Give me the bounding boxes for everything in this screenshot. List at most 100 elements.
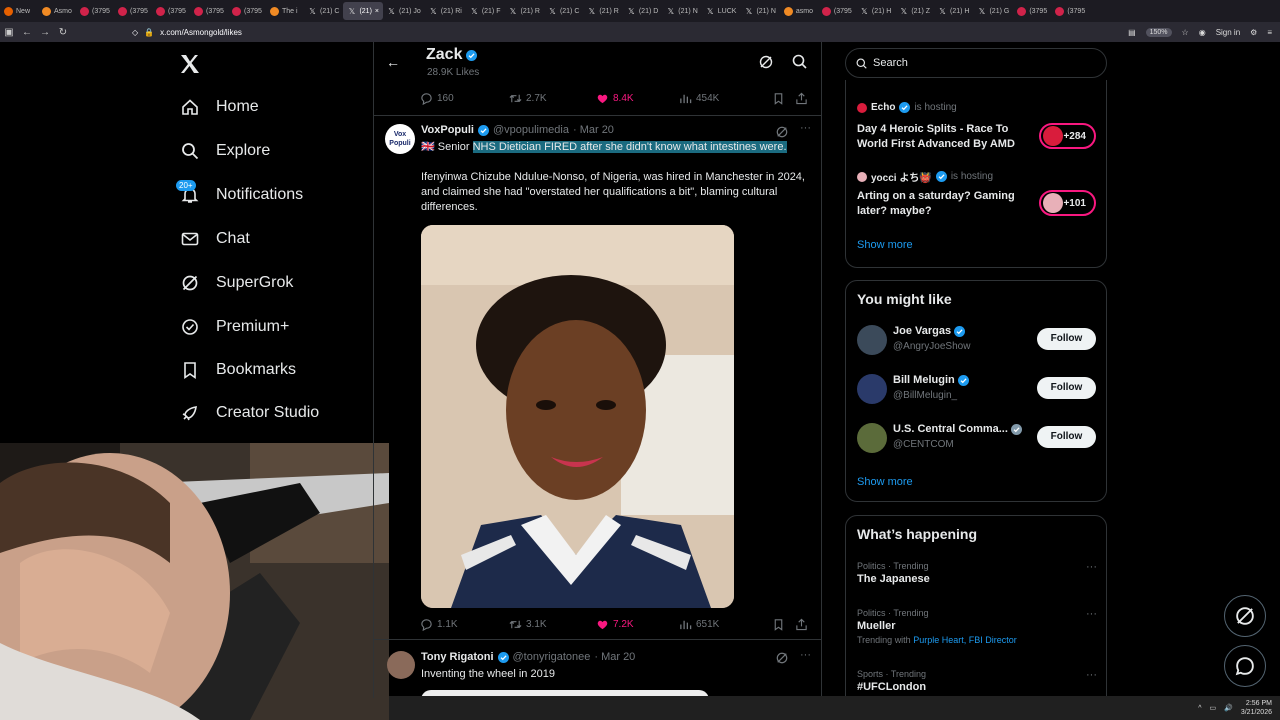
sidebar-item-bookmarks[interactable]: Bookmarks: [180, 355, 296, 385]
views-button[interactable]: 454K: [679, 92, 772, 105]
more-options-icon[interactable]: ···: [1086, 669, 1097, 681]
tweet-date[interactable]: · Mar 20: [594, 651, 635, 663]
space-title[interactable]: Day 4 Heroic Splits - Race To World Firs…: [857, 122, 1037, 152]
sidebar-item-chat[interactable]: Chat: [180, 224, 250, 254]
follow-button[interactable]: Follow: [1037, 328, 1096, 350]
follow-suggestion-row[interactable]: Bill Melugin @BillMelugin_ Follow: [857, 372, 1097, 406]
sidebar-item-explore[interactable]: Explore: [180, 136, 270, 166]
browser-tab[interactable]: 𝕏 (21) C: [544, 2, 583, 20]
forward-arrow-icon[interactable]: →: [36, 27, 54, 38]
repost-button[interactable]: 2.7K: [509, 92, 596, 105]
browser-tab[interactable]: (3795: [76, 2, 114, 20]
share-button[interactable]: [795, 618, 808, 631]
grok-icon[interactable]: [759, 55, 773, 69]
browser-tab[interactable]: Asmo: [38, 2, 76, 20]
avatar[interactable]: [857, 325, 887, 355]
sidebar-item-creator-studio[interactable]: Creator Studio: [180, 398, 319, 428]
tray-chevron-icon[interactable]: ^: [1198, 705, 1201, 712]
trend-item[interactable]: Sports · Trending #UFCLondon ···: [857, 669, 1097, 693]
space-title[interactable]: Arting on a saturday? Gaming later? mayb…: [857, 189, 1037, 219]
avatar[interactable]: [857, 374, 887, 404]
grok-floating-button[interactable]: [1224, 595, 1266, 637]
browser-tab[interactable]: (3795: [152, 2, 190, 20]
browser-tab[interactable]: 𝕏 (21) H: [934, 2, 973, 20]
menu-icon[interactable]: ≡: [1267, 28, 1272, 37]
trend-item[interactable]: Politics · Trending The Japanese ···: [857, 561, 1097, 585]
show-more-link[interactable]: Show more: [857, 476, 913, 488]
sidebar-item-supergrok[interactable]: SuperGrok: [180, 268, 293, 298]
bookmark-button[interactable]: [772, 92, 795, 105]
tweet-author-handle[interactable]: @tonyrigatonee: [513, 651, 591, 663]
avatar[interactable]: [387, 651, 415, 679]
space-listeners-pill[interactable]: +284: [1039, 123, 1096, 149]
grok-icon[interactable]: [776, 652, 788, 664]
suggestion-name[interactable]: Bill Melugin: [893, 374, 955, 386]
avatar[interactable]: Vox Populi: [385, 124, 415, 154]
tweet-photo[interactable]: [421, 225, 734, 608]
tweet-author-handle[interactable]: @vpopulimedia: [493, 124, 569, 136]
sign-in-button[interactable]: Sign in: [1216, 28, 1240, 37]
star-icon[interactable]: ☆: [1182, 28, 1189, 37]
browser-tab[interactable]: (3795: [114, 2, 152, 20]
browser-tab[interactable]: 𝕏 (21) G: [973, 2, 1013, 20]
space-host-name[interactable]: yocci よち👹: [871, 169, 932, 184]
sidebar-item-notifications[interactable]: Notifications: [180, 180, 303, 210]
tweet-date[interactable]: · Mar 20: [573, 124, 614, 136]
suggestion-name[interactable]: U.S. Central Comma...: [893, 423, 1008, 435]
back-arrow-icon[interactable]: ←: [386, 54, 400, 70]
reply-button[interactable]: 1.1K: [420, 618, 509, 631]
browser-tab[interactable]: The i: [266, 2, 304, 20]
x-logo-icon[interactable]: [178, 52, 202, 76]
reader-icon[interactable]: ▤: [1128, 28, 1136, 37]
trend-item[interactable]: Politics · Trending Mueller Trending with …: [857, 608, 1097, 645]
extensions-icon[interactable]: ⚙: [1250, 28, 1257, 37]
follow-button[interactable]: Follow: [1037, 377, 1096, 399]
tweet-voxpopuli[interactable]: Vox Populi VoxPopuli @vpopulimedia · Mar…: [374, 116, 821, 640]
sidebar-toggle-icon[interactable]: ▣: [0, 27, 18, 38]
sidebar-item-home[interactable]: Home: [180, 92, 259, 122]
account-icon[interactable]: ◉: [1199, 28, 1206, 37]
browser-tab[interactable]: 𝕏 (21) C: [304, 2, 343, 20]
browser-tab[interactable]: (3795: [1051, 2, 1089, 20]
browser-tab[interactable]: 𝕏 (21) F: [466, 2, 505, 20]
space-host-name[interactable]: Echo: [871, 102, 895, 113]
reload-icon[interactable]: ↻: [54, 27, 72, 38]
sidebar-item-premium[interactable]: Premium+: [180, 312, 289, 342]
search-icon[interactable]: [792, 54, 807, 69]
browser-tab[interactable]: 𝕏 (21) N: [740, 2, 779, 20]
more-options-icon[interactable]: ···: [1086, 608, 1097, 620]
browser-tab[interactable]: 𝕏 (21) D: [623, 2, 662, 20]
tweet-tonyrigatoni[interactable]: Tony Rigatoni @tonyrigatonee · Mar 20 ··…: [374, 641, 821, 698]
tweet-author-name[interactable]: VoxPopuli: [421, 124, 474, 136]
browser-tab[interactable]: (3795: [190, 2, 228, 20]
browser-tab[interactable]: 𝕏 (21) Ri: [425, 2, 466, 20]
browser-tab[interactable]: (3795: [228, 2, 266, 20]
more-options-icon[interactable]: ···: [1086, 561, 1097, 573]
suggestion-name[interactable]: Joe Vargas: [893, 325, 951, 337]
network-icon[interactable]: ▭: [1210, 704, 1217, 712]
reply-button[interactable]: 160: [420, 92, 509, 105]
browser-tab[interactable]: 𝕏 (21) Jo: [383, 2, 425, 20]
repost-button[interactable]: 3.1K: [509, 618, 596, 631]
back-arrow-icon[interactable]: ←: [18, 27, 36, 38]
browser-tab[interactable]: (3795: [1013, 2, 1051, 20]
grok-icon[interactable]: [776, 126, 788, 138]
like-button[interactable]: 8.4K: [596, 92, 679, 105]
views-button[interactable]: 651K: [679, 618, 772, 631]
browser-tab[interactable]: (3795: [818, 2, 856, 20]
tweet-author-name[interactable]: Tony Rigatoni: [421, 651, 494, 663]
browser-tab[interactable]: 𝕏 (21) Z: [895, 2, 934, 20]
bookmark-button[interactable]: [772, 618, 795, 631]
show-more-link[interactable]: Show more: [857, 239, 913, 251]
browser-tab[interactable]: 𝕏 (21) H: [856, 2, 895, 20]
browser-tab[interactable]: 𝕏 (21) N: [662, 2, 701, 20]
browser-tab[interactable]: New: [0, 2, 38, 20]
follow-suggestion-row[interactable]: Joe Vargas @AngryJoeShow Follow: [857, 323, 1097, 357]
space-listeners-pill[interactable]: +101: [1039, 190, 1096, 216]
messages-floating-button[interactable]: [1224, 645, 1266, 687]
more-options-icon[interactable]: ···: [800, 122, 811, 134]
close-tab-icon[interactable]: ×: [375, 8, 379, 15]
zoom-level[interactable]: 150%: [1145, 27, 1172, 37]
more-options-icon[interactable]: ···: [800, 649, 811, 661]
avatar[interactable]: [857, 423, 887, 453]
